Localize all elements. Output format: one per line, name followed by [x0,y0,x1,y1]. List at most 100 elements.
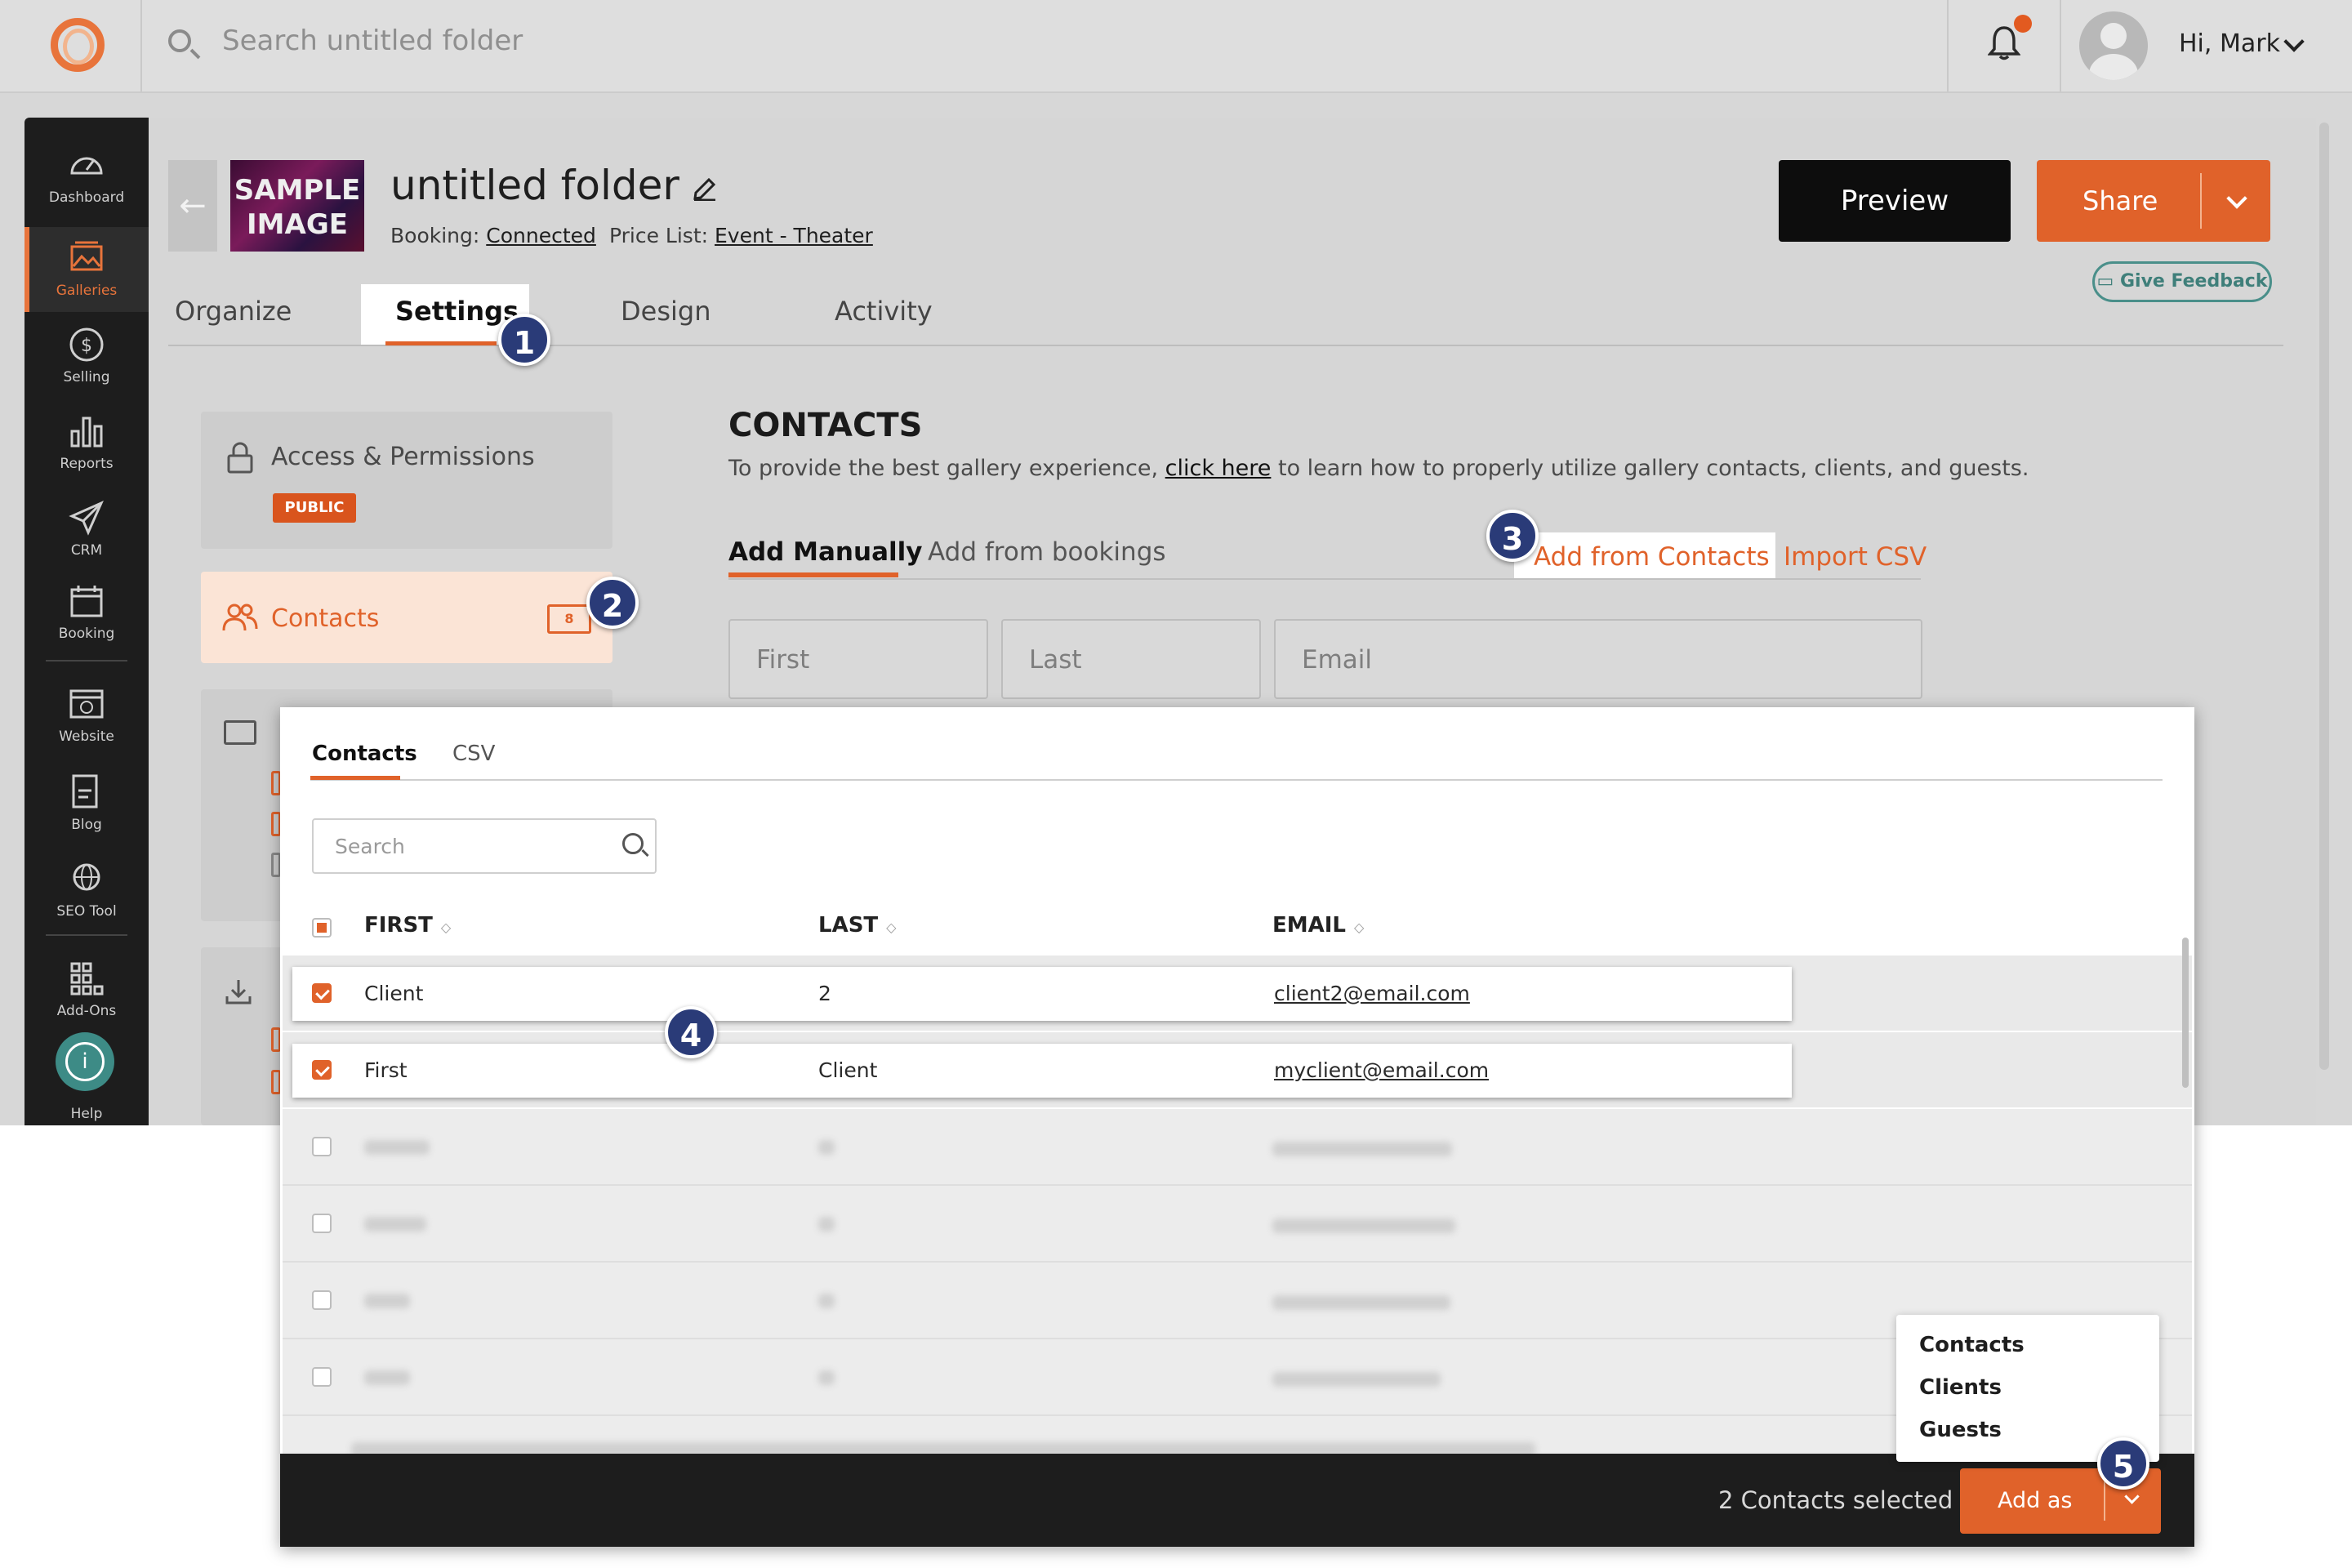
sidebar-item-blog[interactable]: Blog [24,761,149,846]
cell-last: 2 [818,982,831,1005]
chat-icon [224,720,256,745]
sidebar-item-selling[interactable]: $ Selling [24,314,149,399]
share-button[interactable]: Share [2037,160,2270,242]
subtab-active-indicator [728,572,898,577]
bell-icon[interactable] [1988,24,2020,60]
chevron-down-icon[interactable] [2124,1489,2140,1504]
subtabs-divider [728,578,1921,580]
table-row[interactable] [283,1186,2192,1263]
row-checkbox[interactable] [312,1137,332,1156]
settings-item-access[interactable] [201,412,612,549]
sidebar-item-label: Website [59,728,114,745]
tab-settings[interactable]: Settings [395,296,519,327]
lock-icon [227,442,253,474]
import-csv-link[interactable]: Import CSV [1784,542,1927,572]
contacts-count-badge: 8 [547,604,591,634]
tab-organize[interactable]: Organize [175,296,292,327]
global-search-input[interactable]: Search untitled folder [222,24,523,57]
subtab-add-manually[interactable]: Add Manually [728,537,922,567]
cell-first: First [364,1058,408,1082]
tab-design[interactable]: Design [621,296,710,327]
topbar-divider [1947,0,1949,91]
sidebar-item-label: Galleries [56,283,118,299]
step-marker-4: 4 [665,1006,717,1058]
desc-text: to learn how to properly utilize gallery… [1271,456,2029,481]
user-greeting[interactable]: Hi, Mark [2179,29,2280,58]
topbar-divider [2060,0,2061,91]
dropdown-option-guests[interactable]: Guests [1919,1418,2002,1442]
blurred-cell [1272,1218,1455,1233]
step-marker-5: 5 [2097,1437,2149,1490]
subtab-add-from-bookings[interactable]: Add from bookings [928,537,1166,567]
calendar-icon [70,586,103,617]
preview-button[interactable]: Preview [1779,160,2011,242]
avatar[interactable] [2079,11,2148,80]
sidebar-item-crm[interactable]: CRM [24,487,149,572]
sidebar-item-reports[interactable]: Reports [24,400,149,485]
section-description: To provide the best gallery experience, … [728,456,2029,481]
modal-scrollbar[interactable] [2182,938,2189,1088]
blurred-cell [1272,1372,1441,1387]
page-scrollbar[interactable] [2319,122,2329,1070]
column-header-email[interactable]: EMAIL ◇ [1272,913,1364,938]
column-label: LAST [818,913,879,938]
modal-tab-contacts[interactable]: Contacts [312,742,417,766]
sort-icon: ◇ [1354,920,1365,935]
blurred-cell [364,1370,410,1385]
sidebar-item-label: Help [70,1106,103,1122]
access-permissions-label: Access & Permissions [271,443,535,471]
status-badge: PUBLIC [273,493,356,523]
table-row[interactable] [283,1109,2192,1186]
table-row[interactable]: Client 2 client2@email.com [292,967,1792,1021]
cell-email[interactable]: client2@email.com [1274,982,1470,1005]
search-icon [622,833,644,854]
row-checkbox[interactable] [312,1290,332,1310]
selected-count: 2 Contacts selected [1718,1486,1953,1514]
sidebar-item-website[interactable]: Website [24,673,149,758]
blog-icon [72,774,98,808]
blurred-cell [1272,1142,1452,1156]
first-name-field[interactable]: First [728,619,988,699]
grid-plus-icon [70,962,104,996]
modal-tab-csv[interactable]: CSV [452,742,495,766]
cell-email[interactable]: myclient@email.com [1274,1058,1489,1082]
pencil-icon[interactable] [691,173,719,201]
sidebar-item-add-ons[interactable]: Add-Ons [24,947,149,1032]
column-header-first[interactable]: FIRST ◇ [364,913,451,938]
section-heading: CONTACTS [728,407,923,444]
table-row[interactable]: First Client myclient@email.com [292,1044,1792,1098]
sidebar-item-booking[interactable]: Booking [24,570,149,655]
dropdown-option-clients[interactable]: Clients [1919,1375,2002,1400]
contacts-label: Contacts [271,604,380,633]
booking-link[interactable]: Connected [486,224,596,247]
row-checkbox[interactable] [312,983,332,1003]
blurred-cell [818,1370,835,1385]
click-here-link[interactable]: click here [1165,456,1272,481]
modal-search-input[interactable]: Search [312,818,657,874]
chevron-down-icon[interactable] [2226,188,2247,209]
back-button[interactable]: ← [168,160,217,252]
sidebar-item-seo-tool[interactable]: SEO Tool [24,848,149,933]
sidebar-item-help[interactable]: i Help [24,1029,149,1122]
row-checkbox[interactable] [312,1367,332,1387]
give-feedback-button[interactable]: ▭ Give Feedback [2092,261,2272,302]
price-list-link[interactable]: Event - Theater [715,224,873,247]
users-icon [222,604,258,631]
row-checkbox[interactable] [312,1060,332,1080]
row-checkbox[interactable] [312,1214,332,1233]
column-header-last[interactable]: LAST ◇ [818,913,896,938]
tab-activity[interactable]: Activity [835,296,933,327]
brand-logo-icon[interactable] [51,18,105,72]
column-label: FIRST [364,913,433,938]
add-as-label: Add as [1998,1488,2073,1513]
last-name-field[interactable]: Last [1001,619,1261,699]
cell-last: Client [818,1058,878,1082]
email-field[interactable]: Email [1274,619,1922,699]
dropdown-option-contacts[interactable]: Contacts [1919,1333,2025,1357]
add-from-contacts-link[interactable]: Add from Contacts [1534,542,1770,572]
download-icon [225,980,252,1004]
blurred-cell [818,1294,835,1308]
sidebar-item-galleries[interactable]: Galleries [24,227,149,312]
sidebar-item-dashboard[interactable]: Dashboard [24,134,149,219]
select-all-checkbox[interactable] [312,918,332,938]
